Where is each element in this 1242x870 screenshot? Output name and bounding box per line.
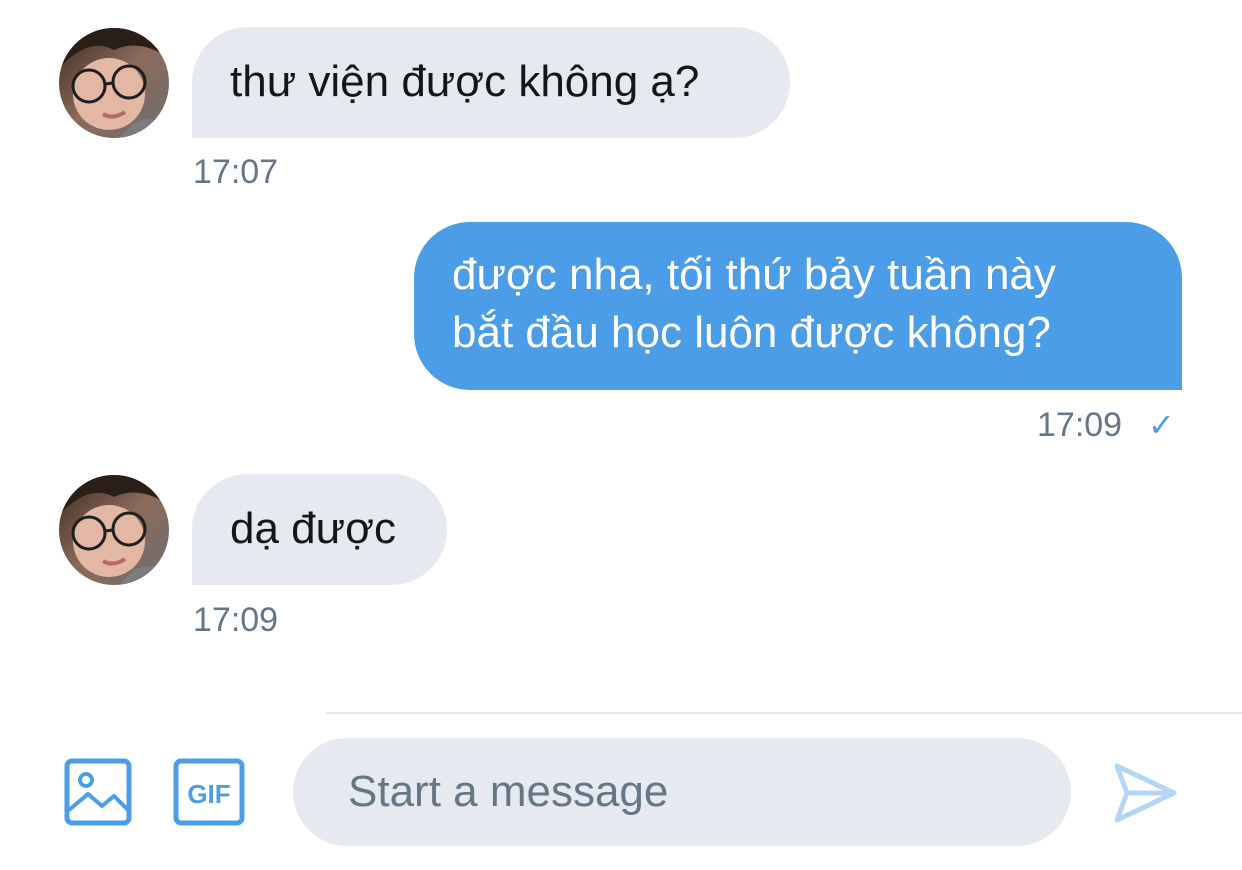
avatar[interactable] xyxy=(59,28,169,138)
message-input[interactable] xyxy=(293,738,1071,846)
composer-divider xyxy=(326,712,1242,714)
message-text-line: được nha, tối thứ bảy tuần này xyxy=(452,250,1056,299)
gif-label: GIF xyxy=(187,779,230,809)
message-bubble-incoming[interactable]: thư viện được không ạ? xyxy=(192,27,790,138)
gif-icon[interactable]: GIF xyxy=(173,758,245,831)
message-text: thư viện được không ạ? xyxy=(230,57,700,106)
message-timestamp: 17:09 xyxy=(1037,406,1123,444)
message-timestamp: 17:09 xyxy=(193,601,279,639)
image-icon[interactable] xyxy=(64,758,132,831)
message-text-line: bắt đầu học luôn được không? xyxy=(452,308,1051,357)
avatar[interactable] xyxy=(59,475,169,585)
message-text: dạ được xyxy=(230,504,396,553)
message-bubble-outgoing[interactable]: được nha, tối thứ bảy tuần này bắt đầu h… xyxy=(414,222,1182,390)
send-icon[interactable] xyxy=(1112,760,1178,831)
read-check-icon: ✓ xyxy=(1148,407,1175,443)
dm-conversation: thư viện được không ạ? 17:07 được nha, t… xyxy=(0,0,1242,870)
message-bubble-incoming[interactable]: dạ được xyxy=(192,474,447,585)
message-timestamp: 17:07 xyxy=(193,153,279,191)
